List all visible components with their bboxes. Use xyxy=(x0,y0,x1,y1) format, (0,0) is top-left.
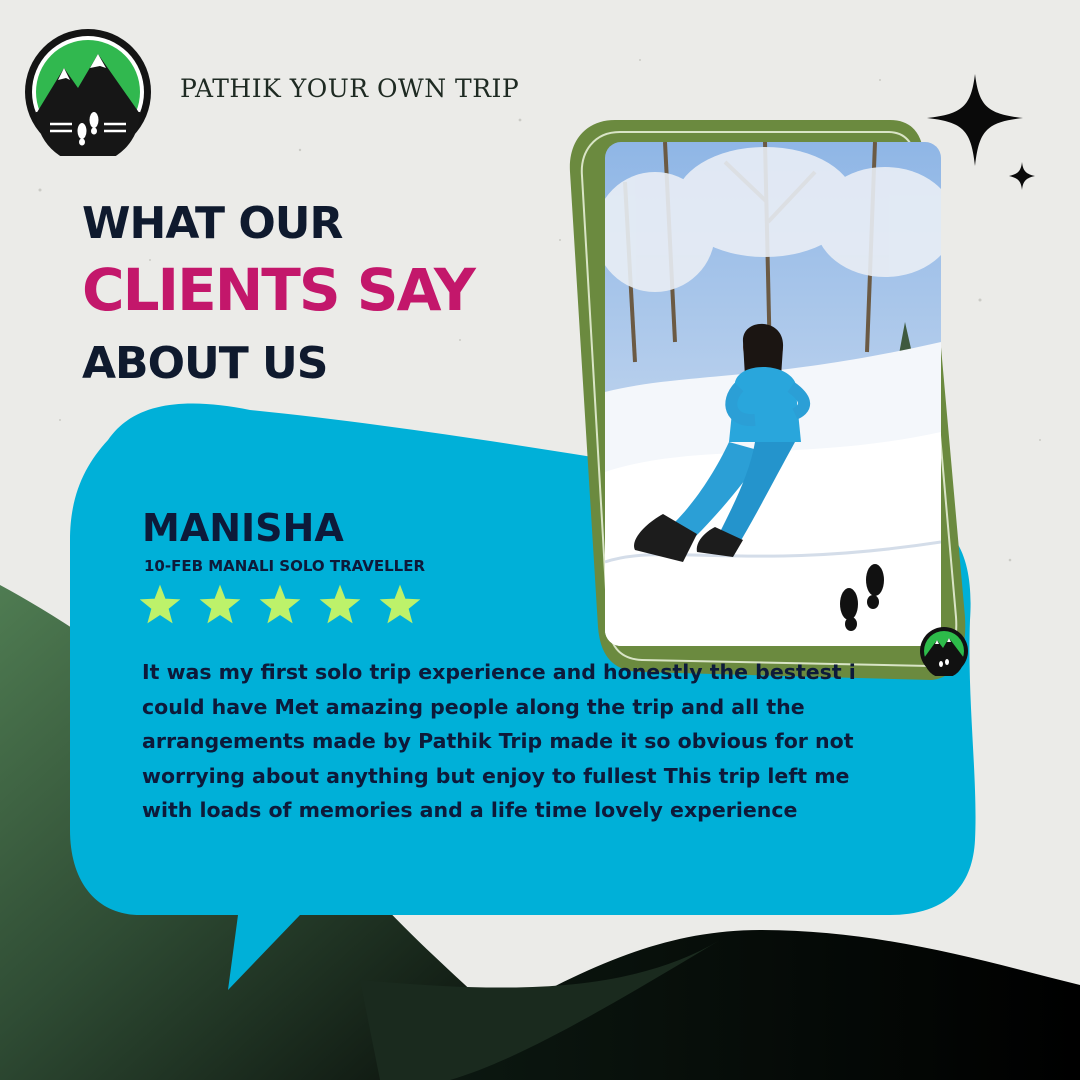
star-icon xyxy=(379,584,421,624)
headline-line-2: CLIENTS SAY xyxy=(82,256,476,324)
star-icon xyxy=(140,584,181,624)
small-logo-icon xyxy=(920,627,968,676)
mountain-footprints-logo-icon xyxy=(25,29,151,156)
sparkle-icon xyxy=(927,74,1035,190)
rating-stars xyxy=(140,584,421,624)
client-subtitle: 10-FEB MANALI SOLO TRAVELLER xyxy=(144,557,426,575)
snow-photo xyxy=(605,142,941,646)
headline-line-1: WHAT OUR xyxy=(82,198,343,249)
star-icon xyxy=(319,584,361,624)
review-text: It was my first solo trip experience and… xyxy=(142,660,856,822)
star-icon xyxy=(199,584,241,624)
star-icon xyxy=(259,584,301,624)
brand-name: PATHIK YOUR OWN TRIP xyxy=(180,74,520,103)
client-name: MANISHA xyxy=(142,506,344,550)
headline-line-3: ABOUT US xyxy=(82,338,328,389)
